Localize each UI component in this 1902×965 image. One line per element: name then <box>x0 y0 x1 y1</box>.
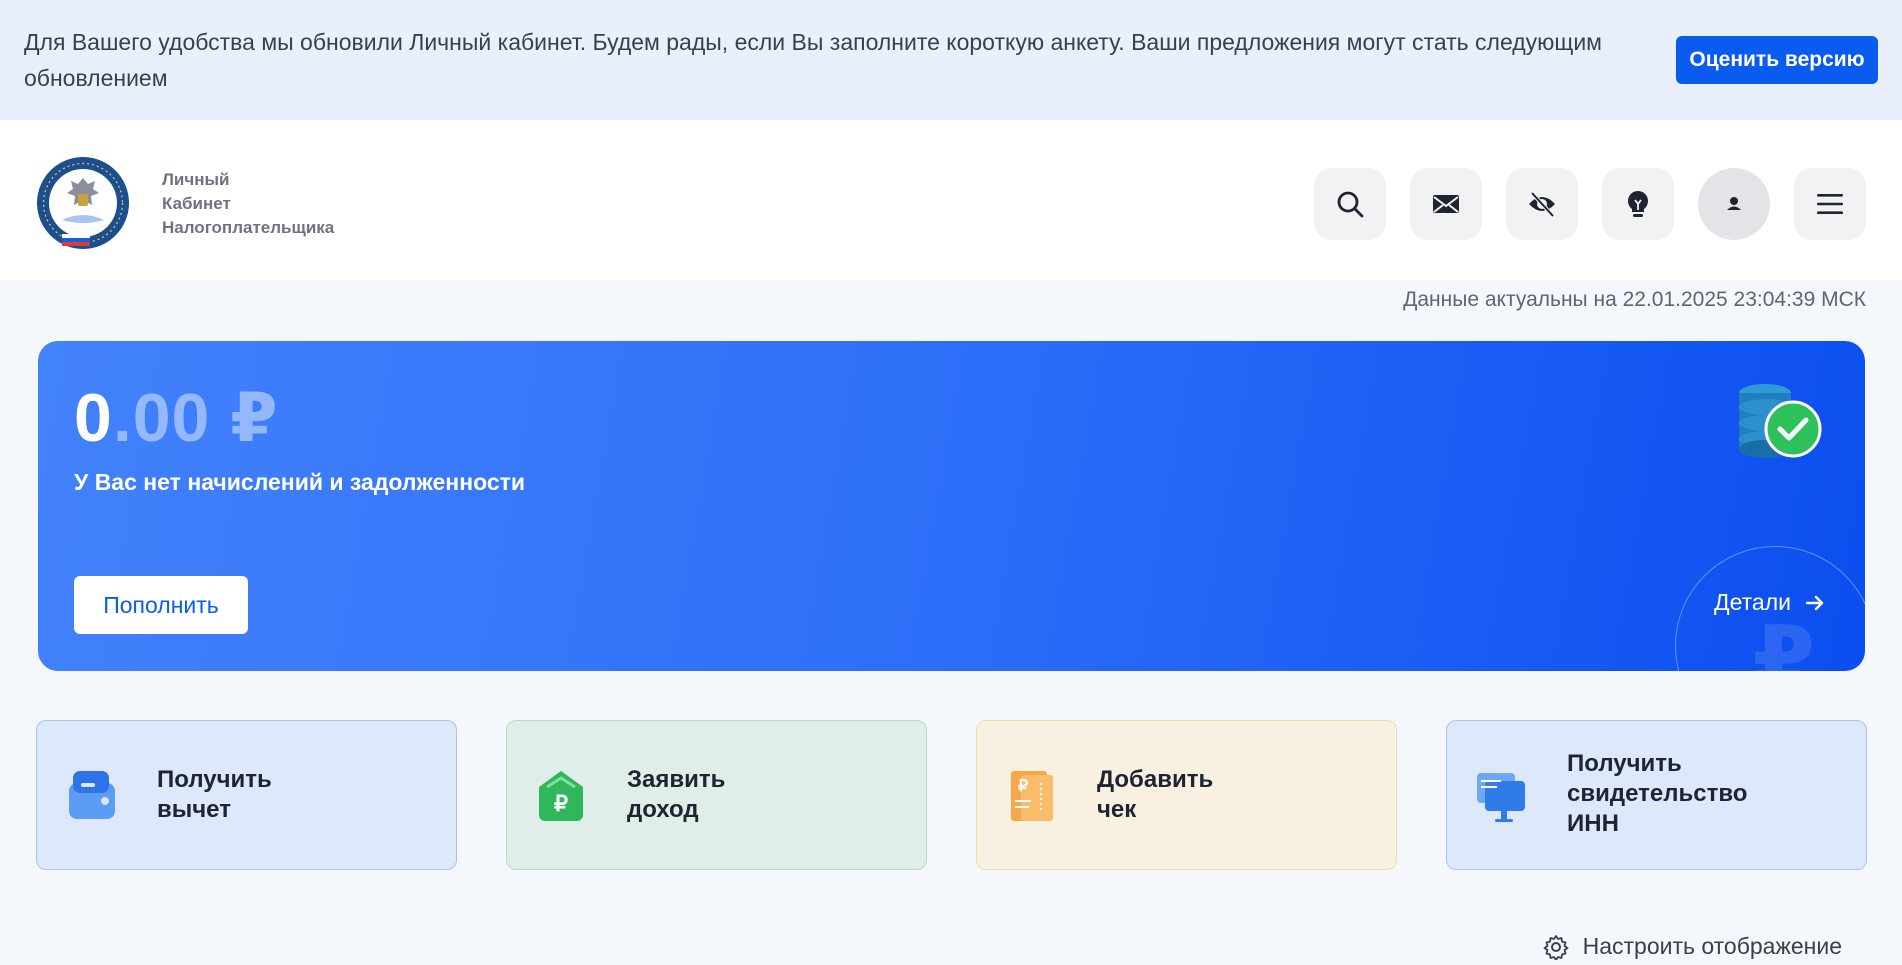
messages-button[interactable] <box>1410 168 1482 240</box>
ruble-watermark-icon: ₽ <box>1752 610 1815 671</box>
profile-button[interactable] <box>1698 168 1770 240</box>
coins-check-icon <box>1739 384 1822 458</box>
search-icon <box>1337 191 1364 218</box>
card-line-2: доход <box>627 796 699 823</box>
tips-button[interactable] <box>1602 168 1674 240</box>
get-deduction-label: Получить вычет <box>157 765 272 825</box>
wallet-icon <box>69 771 115 819</box>
get-inn-certificate-label: Получить свидетельство ИНН <box>1567 749 1747 839</box>
lightbulb-icon <box>1628 191 1648 217</box>
card-line-3: ИНН <box>1567 810 1619 837</box>
card-line-2: свидетельство <box>1567 780 1748 807</box>
rate-version-button[interactable]: Оценить версию <box>1676 36 1878 84</box>
gear-icon <box>1543 934 1568 960</box>
card-line-1: Добавить <box>1097 766 1214 793</box>
svg-text:₽: ₽ <box>554 791 568 816</box>
add-receipt-card[interactable]: ₽ Добавить чек <box>976 720 1397 870</box>
ruble-house-icon: ₽ <box>539 771 583 821</box>
update-notice-banner: Для Вашего удобства мы обновили Личный к… <box>0 0 1902 120</box>
document-screen-icon <box>1477 773 1525 822</box>
header: Личный Кабинет Налогоплательщика <box>0 120 1902 280</box>
get-deduction-card[interactable]: Получить вычет <box>36 720 457 870</box>
card-line-1: Заявить <box>627 766 726 793</box>
top-up-button[interactable]: Пополнить <box>74 576 248 634</box>
fns-logo[interactable] <box>36 156 130 250</box>
balance-amount: 0.00 ₽ <box>74 379 279 458</box>
add-receipt-label: Добавить чек <box>1097 765 1213 825</box>
search-button[interactable] <box>1314 168 1386 240</box>
notice-text: Для Вашего удобства мы обновили Личный к… <box>24 29 1602 91</box>
card-line-2: чек <box>1097 796 1137 823</box>
card-line-1: Получить <box>157 766 272 793</box>
card-line-1: Получить <box>1567 750 1682 777</box>
brand-line-1: Личный <box>162 170 230 189</box>
data-updated-timestamp: Данные актуальны на 22.01.2025 23:04:39 … <box>1403 288 1866 311</box>
main-menu-button[interactable] <box>1794 168 1866 240</box>
arrow-right-icon <box>1805 595 1824 610</box>
amount-fraction: .00 ₽ <box>112 380 279 456</box>
customize-display-label: Настроить отображение <box>1582 933 1842 959</box>
details-label: Детали <box>1714 589 1791 615</box>
balance-card: 0.00 ₽ У Вас нет начислений и задолженно… <box>38 341 1865 671</box>
brand-title: Личный Кабинет Налогоплательщика <box>162 168 334 240</box>
brand-line-3: Налогоплательщика <box>162 218 335 237</box>
balance-status: У Вас нет начислений и задолженности <box>74 469 526 495</box>
svg-text:₽: ₽ <box>1018 778 1028 795</box>
eye-off-icon <box>1529 191 1555 218</box>
card-line-2: вычет <box>157 796 231 823</box>
menu-icon <box>1817 194 1843 214</box>
amount-whole: 0 <box>74 380 113 456</box>
declare-income-card[interactable]: ₽ Заявить доход <box>506 720 927 870</box>
receipt-icon: ₽ <box>1011 771 1053 821</box>
details-link[interactable]: Детали <box>1714 589 1827 616</box>
customize-display-button[interactable]: Настроить отображение <box>1543 933 1842 960</box>
brand-line-2: Кабинет <box>162 194 231 213</box>
get-inn-certificate-card[interactable]: Получить свидетельство ИНН <box>1446 720 1867 870</box>
hide-amounts-button[interactable] <box>1506 168 1578 240</box>
mail-icon <box>1433 195 1459 213</box>
declare-income-label: Заявить доход <box>627 765 725 825</box>
user-icon <box>1727 197 1741 210</box>
